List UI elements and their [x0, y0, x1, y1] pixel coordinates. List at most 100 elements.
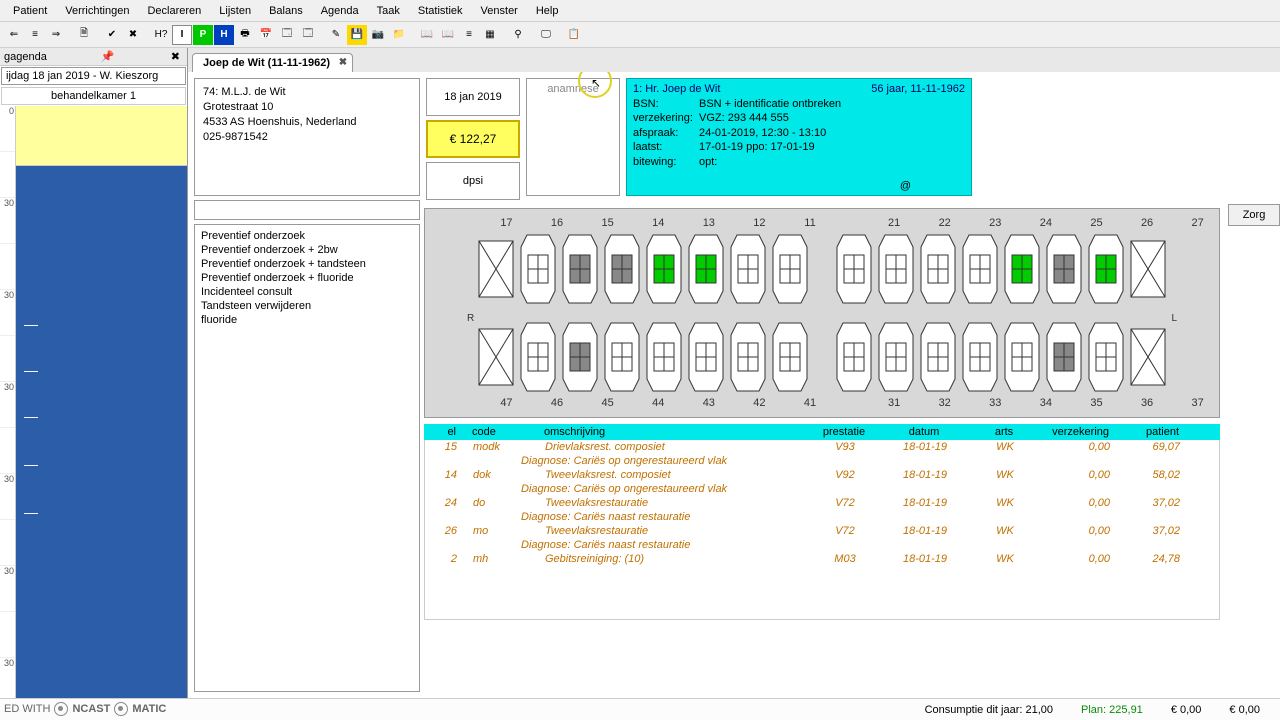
tooth-32[interactable] — [877, 321, 915, 393]
toolbar-btn-25[interactable]: ≡ — [459, 25, 479, 45]
tooth-25[interactable] — [1003, 233, 1041, 305]
toolbar-btn-13[interactable]: 🖶 — [235, 25, 255, 45]
tooth-46[interactable] — [561, 321, 599, 393]
toolbar-btn-30[interactable]: 🖵 — [536, 25, 556, 45]
tooth-42[interactable] — [729, 321, 767, 393]
agenda-room[interactable]: behandelkamer 1 — [1, 87, 186, 105]
tooth-15[interactable] — [603, 233, 641, 305]
table-row[interactable]: 2mhGebitsreiniging: (10)M0318-01-19WK0,0… — [425, 552, 1219, 566]
menu-declareren[interactable]: Declareren — [138, 2, 210, 20]
tooth-24[interactable] — [961, 233, 999, 305]
close-icon[interactable]: ✖ — [168, 50, 183, 63]
tab-label: Joep de Wit (11-11-1962) — [203, 57, 330, 69]
list-item[interactable]: Preventief onderzoek + tandsteen — [195, 257, 419, 271]
toolbar-btn-24[interactable]: 📖 — [438, 25, 458, 45]
list-item[interactable]: fluoride — [195, 313, 419, 327]
agenda-times: 0303030303030 — [0, 106, 16, 698]
tooth-34[interactable] — [961, 321, 999, 393]
tooth-14[interactable] — [645, 233, 683, 305]
tooth-17[interactable] — [519, 233, 557, 305]
dpsi-box[interactable]: dpsi — [426, 162, 520, 200]
tooth-12[interactable] — [729, 233, 767, 305]
footer-v1: € 0,00 — [1171, 704, 1202, 716]
tab-close-icon[interactable]: ✖ — [339, 57, 347, 68]
toolbar-btn-11[interactable]: P — [193, 25, 213, 45]
anamnese-box[interactable]: anamnese — [526, 78, 620, 196]
address-box: 74: M.L.J. de Wit Grotestraat 10 4533 AS… — [194, 78, 420, 196]
tooth-16[interactable] — [561, 233, 599, 305]
procedure-list[interactable]: Preventief onderzoekPreventief onderzoek… — [194, 224, 420, 692]
toolbar-btn-18[interactable]: ✎ — [326, 25, 346, 45]
search-input[interactable] — [194, 200, 420, 220]
tooth-36[interactable] — [1045, 321, 1083, 393]
date-box[interactable]: 18 jan 2019 — [426, 78, 520, 116]
toolbar-btn-12[interactable]: H — [214, 25, 234, 45]
agenda-column[interactable]: — — — — — — [16, 106, 187, 698]
toolbar-btn-20[interactable]: 📷 — [368, 25, 388, 45]
toolbar-btn-26[interactable]: ▦ — [480, 25, 500, 45]
table-row[interactable]: 26moTweevlaksrestauratieV7218-01-19WK0,0… — [425, 524, 1219, 538]
pin-icon[interactable]: 📌 — [97, 50, 117, 63]
list-item[interactable]: Preventief onderzoek + 2bw — [195, 243, 419, 257]
toolbar-btn-21[interactable]: 📁 — [389, 25, 409, 45]
list-item[interactable]: Incidenteel consult — [195, 285, 419, 299]
menu-venster[interactable]: Venster — [472, 2, 527, 20]
tooth-26[interactable] — [1045, 233, 1083, 305]
menu-balans[interactable]: Balans — [260, 2, 312, 20]
toolbar-btn-2[interactable]: ⇒ — [46, 25, 66, 45]
toolbar-btn-32[interactable]: 📋 — [564, 25, 584, 45]
tab-patient[interactable]: Joep de Wit (11-11-1962) ✖ — [192, 53, 353, 72]
menu-verrichtingen[interactable]: Verrichtingen — [56, 2, 138, 20]
tooth-44[interactable] — [645, 321, 683, 393]
tooth-35[interactable] — [1003, 321, 1041, 393]
agenda-date-select[interactable]: ijdag 18 jan 2019 - W. Kieszorg — [1, 67, 186, 85]
menu-taak[interactable]: Taak — [368, 2, 409, 20]
tooth-31[interactable] — [835, 321, 873, 393]
tooth-missing[interactable] — [477, 233, 515, 305]
tooth-22[interactable] — [877, 233, 915, 305]
toolbar-btn-7[interactable]: ✖ — [123, 25, 143, 45]
toolbar-btn-16[interactable]: 🗔 — [298, 25, 318, 45]
toolbar-btn-19[interactable]: 💾 — [347, 25, 367, 45]
toolbar-btn-10[interactable]: I — [172, 25, 192, 45]
list-item[interactable]: Tandsteen verwijderen — [195, 299, 419, 313]
tooth-43[interactable] — [687, 321, 725, 393]
toolbar-btn-14[interactable]: 📅 — [256, 25, 276, 45]
list-item[interactable]: Preventief onderzoek + fluoride — [195, 271, 419, 285]
toolbar: ⇐≡⇒🗎✔✖H?IPH🖶📅🗔🗔✎💾📷📁📖📖≡▦⚲🖵📋 — [0, 22, 1280, 48]
tooth-45[interactable] — [603, 321, 641, 393]
toolbar-btn-15[interactable]: 🗔 — [277, 25, 297, 45]
tooth-missing[interactable] — [1129, 321, 1167, 393]
tooth-37[interactable] — [1087, 321, 1125, 393]
table-row[interactable]: 24doTweevlaksrestauratieV7218-01-19WK0,0… — [425, 496, 1219, 510]
list-item[interactable]: Preventief onderzoek — [195, 229, 419, 243]
menu-agenda[interactable]: Agenda — [312, 2, 368, 20]
menu-lijsten[interactable]: Lijsten — [210, 2, 260, 20]
tooth-33[interactable] — [919, 321, 957, 393]
toolbar-btn-23[interactable]: 📖 — [417, 25, 437, 45]
patient-info: 1: Hr. Joep de Wit56 jaar, 11-11-1962 BS… — [626, 78, 972, 196]
toolbar-btn-28[interactable]: ⚲ — [508, 25, 528, 45]
table-row[interactable]: 15modkDrievlaksrest. composietV9318-01-1… — [425, 440, 1219, 454]
email-icon[interactable]: @ — [900, 179, 911, 194]
tooth-13[interactable] — [687, 233, 725, 305]
tooth-47[interactable] — [519, 321, 557, 393]
tooth-chart[interactable]: 1716151413121121222324252627 RL 47464544… — [424, 208, 1220, 418]
tooth-41[interactable] — [771, 321, 809, 393]
table-row[interactable]: 14dokTweevlaksrest. composietV9218-01-19… — [425, 468, 1219, 482]
zorg-tab[interactable]: Zorg — [1228, 204, 1280, 226]
menu-patient[interactable]: Patient — [4, 2, 56, 20]
tooth-missing[interactable] — [477, 321, 515, 393]
toolbar-btn-1[interactable]: ≡ — [25, 25, 45, 45]
toolbar-btn-4[interactable]: 🗎 — [74, 25, 94, 45]
toolbar-btn-6[interactable]: ✔ — [102, 25, 122, 45]
tooth-23[interactable] — [919, 233, 957, 305]
tooth-21[interactable] — [835, 233, 873, 305]
toolbar-btn-9[interactable]: H? — [151, 25, 171, 45]
tooth-27[interactable] — [1087, 233, 1125, 305]
tooth-11[interactable] — [771, 233, 809, 305]
menu-statistiek[interactable]: Statistiek — [409, 2, 472, 20]
tooth-missing[interactable] — [1129, 233, 1167, 305]
toolbar-btn-0[interactable]: ⇐ — [4, 25, 24, 45]
menu-help[interactable]: Help — [527, 2, 568, 20]
